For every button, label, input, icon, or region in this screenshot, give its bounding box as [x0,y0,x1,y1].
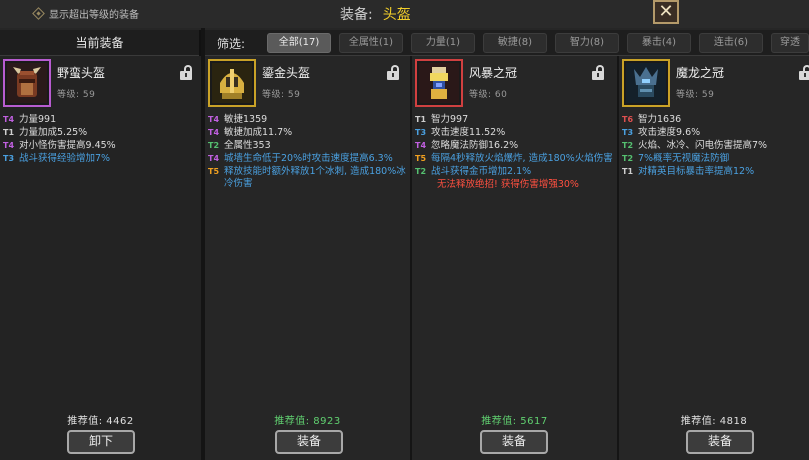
item-card: 魔龙之冠 等级: 59 T6 智力1636 T3 攻击速度9.6% T2 火焰、冰冷、… [619,56,809,460]
current-recommend-value: 推荐值: 4462 [67,416,134,427]
item-stats: T6 智力1636 T3 攻击速度9.6% T2 火焰、冰冷、闪电伤害提高7% T2 7… [622,114,807,179]
tab-strength[interactable]: 力量(1) [411,33,475,53]
item-stats: T1 智力997 T3 攻击速度11.52% T4 忽略魔法防御16.2% T5 每隔4… [415,114,615,192]
close-button[interactable]: ✕ [653,0,679,24]
item-name: 鎏金头盔 [262,66,311,80]
item-level: 等级: 59 [262,90,301,100]
tab-crit[interactable]: 暴击(4) [627,33,691,53]
top-bar: 显示超出等级的装备 装备: 头盔 ✕ [0,0,809,28]
tab-all[interactable]: 全部(17) [267,33,331,53]
stat-line: T4 敏捷加成11.7% [208,127,293,138]
current-item-name: 野蛮头盔 [57,66,106,80]
recommend-value: 推荐值: 8923 [274,416,341,427]
lock-icon[interactable] [180,65,193,81]
show-over-level-toggle[interactable]: 显示超出等级的装备 [32,6,139,21]
tab-all-attributes[interactable]: 全属性(1) [339,33,403,53]
recommend-value: 推荐值: 5617 [481,416,548,427]
stat-line: T6 智力1636 [622,114,682,125]
stat-line: T5 释放技能时额外释放1个冰刺, 造成180%冰冷伤害 [208,166,406,189]
tab-penetration[interactable]: 穿透 [771,33,809,53]
filter-bar: 筛选: 全部(17) 全属性(1) 力量(1) 敏捷(8) 智力(8) 暴击(4… [205,30,809,56]
item-level: 等级: 60 [469,90,508,100]
recommend-value: 推荐值: 4818 [680,416,748,427]
lock-icon[interactable] [387,65,400,81]
item-name: 风暴之冠 [469,66,518,80]
lock-icon[interactable] [799,65,809,81]
diamond-checkbox-icon[interactable] [32,7,45,20]
dragon-crown-icon [622,59,670,107]
stat-line: T4 敏捷1359 [208,114,268,125]
current-equipment-header: 当前装备 [0,30,199,56]
item-name: 魔龙之冠 [676,66,725,80]
stat-line: T5 每隔4秒释放火焰爆炸, 造成180%火焰伤害 [415,153,613,164]
item-level: 等级: 59 [676,90,715,100]
stat-line: T1 对精英目标暴击率提高12% [622,166,755,177]
stat-line: T4 忽略魔法防御16.2% [415,140,519,151]
tab-agility[interactable]: 敏捷(8) [483,33,547,53]
filter-label: 筛选: [217,37,246,51]
show-over-level-label: 显示超出等级的装备 [49,10,139,21]
storm-crown-icon [415,59,463,107]
stat-line: T2 战斗获得金币增加2.1% [415,166,532,177]
stat-line: T1 力量加成5.25% [3,127,88,138]
item-card: 风暴之冠 等级: 60 T1 智力997 T3 攻击速度11.52% T4 忽略魔法防… [412,56,619,460]
stat-line: T2 全属性353 [208,140,271,151]
unequip-button[interactable]: 卸下 [67,430,135,454]
slot-name: 头盔 [382,7,411,23]
stat-line: T3 攻击速度11.52% [415,127,506,138]
gilded-helmet-icon [208,59,256,107]
stat-line: T3 战斗获得经验增加7% [3,153,111,164]
stat-line: T4 对小怪伤害提高9.45% [3,140,116,151]
stat-line: T4 城墙生命低于20%时攻击速度提高6.3% [208,153,393,164]
barbarian-helmet-icon [3,59,51,107]
stat-line: T2 火焰、冰冷、闪电伤害提高7% [622,140,768,151]
equip-button[interactable]: 装备 [686,430,754,454]
current-item-level: 等级: 59 [57,90,96,100]
tab-intelligence[interactable]: 智力(8) [555,33,619,53]
stat-line: T4 力量991 [3,114,57,125]
tab-combo[interactable]: 连击(6) [699,33,763,53]
stat-line-penalty: 无法释放绝招! 获得伤害增强30% [437,179,579,190]
item-card: 鎏金头盔 等级: 59 T4 敏捷1359 T4 敏捷加成11.7% T2 全属性35… [205,56,412,460]
close-icon: ✕ [658,1,674,22]
stat-line: T3 攻击速度9.6% [622,127,701,138]
equip-slot-title: 装备: 头盔 [340,4,411,24]
equip-button[interactable]: 装备 [275,430,343,454]
stat-line: T1 智力997 [415,114,469,125]
current-item-card: 野蛮头盔 等级: 59 T4 力量991 T1 力量加成5.25% T4 对小怪伤害提… [0,56,201,460]
item-stats: T4 敏捷1359 T4 敏捷加成11.7% T2 全属性353 T4 城墙生命低于20… [208,114,408,191]
stat-line: T2 7%概率无视魔法防御 [622,153,730,164]
lock-icon[interactable] [592,65,605,81]
current-item-stats: T4 力量991 T1 力量加成5.25% T4 对小怪伤害提高9.45% T3 战斗获… [3,114,199,166]
equip-button[interactable]: 装备 [480,430,548,454]
equip-label: 装备: [340,7,373,23]
